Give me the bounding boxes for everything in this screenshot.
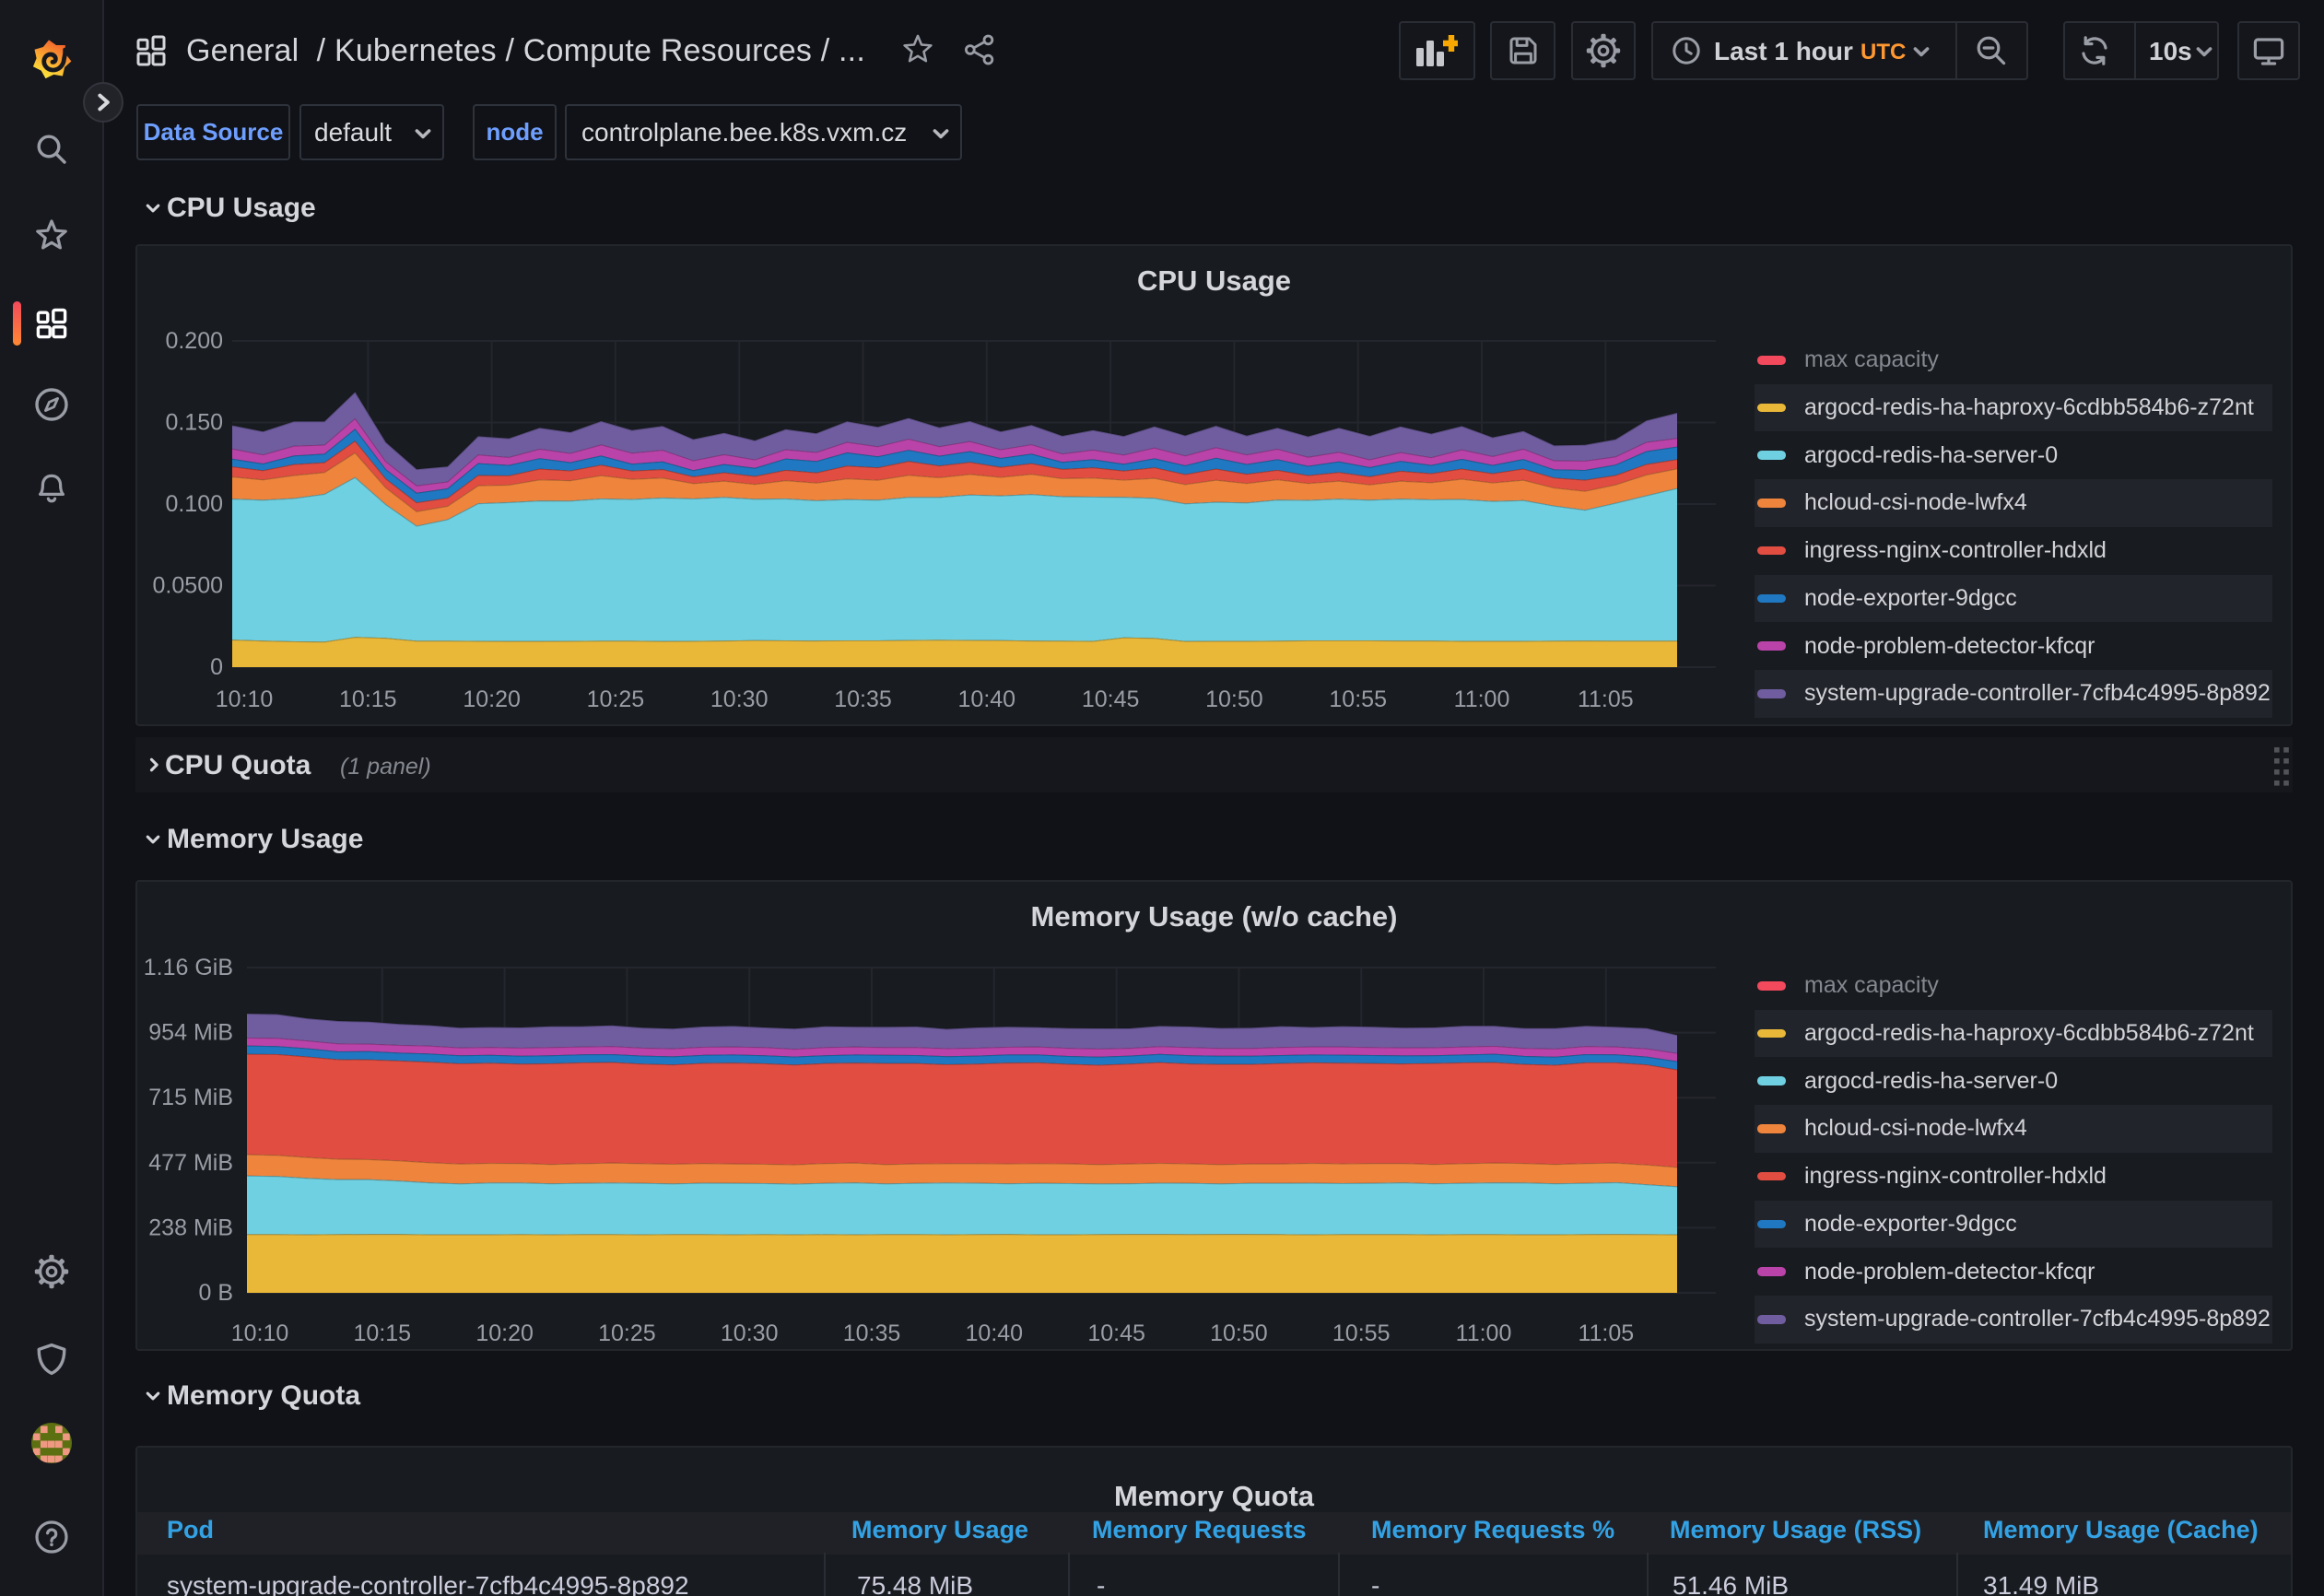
svg-text:10:45: 10:45	[1082, 687, 1140, 712]
svg-text:10:10: 10:10	[231, 1320, 289, 1346]
svg-text:11:00: 11:00	[1454, 687, 1510, 712]
svg-text:10:10: 10:10	[216, 687, 274, 712]
svg-text:10:55: 10:55	[1329, 687, 1387, 712]
svg-text:10:25: 10:25	[598, 1320, 656, 1346]
svg-text:11:05: 11:05	[1578, 687, 1634, 712]
svg-text:238 MiB: 238 MiB	[148, 1215, 233, 1240]
svg-text:0 B: 0 B	[198, 1280, 233, 1306]
svg-text:10:20: 10:20	[475, 1320, 534, 1346]
svg-text:0.200: 0.200	[165, 328, 223, 354]
svg-text:11:00: 11:00	[1456, 1320, 1512, 1346]
svg-text:0.0500: 0.0500	[153, 573, 223, 599]
svg-text:10:15: 10:15	[339, 687, 397, 712]
svg-text:477 MiB: 477 MiB	[148, 1150, 233, 1176]
svg-text:10:35: 10:35	[843, 1320, 901, 1346]
svg-text:10:30: 10:30	[721, 1320, 779, 1346]
svg-text:11:05: 11:05	[1578, 1320, 1634, 1346]
svg-text:10:20: 10:20	[463, 687, 521, 712]
svg-text:10:45: 10:45	[1087, 1320, 1145, 1346]
svg-text:10:50: 10:50	[1205, 687, 1263, 712]
svg-text:715 MiB: 715 MiB	[148, 1085, 233, 1110]
svg-text:0: 0	[210, 654, 223, 680]
svg-text:10:40: 10:40	[966, 1320, 1024, 1346]
svg-text:10:40: 10:40	[958, 687, 1016, 712]
svg-text:10:25: 10:25	[587, 687, 645, 712]
svg-text:954 MiB: 954 MiB	[148, 1020, 233, 1046]
svg-text:10:55: 10:55	[1332, 1320, 1391, 1346]
svg-text:0.100: 0.100	[165, 491, 223, 517]
svg-text:0.150: 0.150	[165, 410, 223, 436]
svg-text:10:50: 10:50	[1210, 1320, 1268, 1346]
svg-text:10:15: 10:15	[354, 1320, 412, 1346]
svg-text:1.16 GiB: 1.16 GiB	[144, 955, 233, 980]
svg-text:10:30: 10:30	[710, 687, 769, 712]
svg-text:10:35: 10:35	[834, 687, 892, 712]
